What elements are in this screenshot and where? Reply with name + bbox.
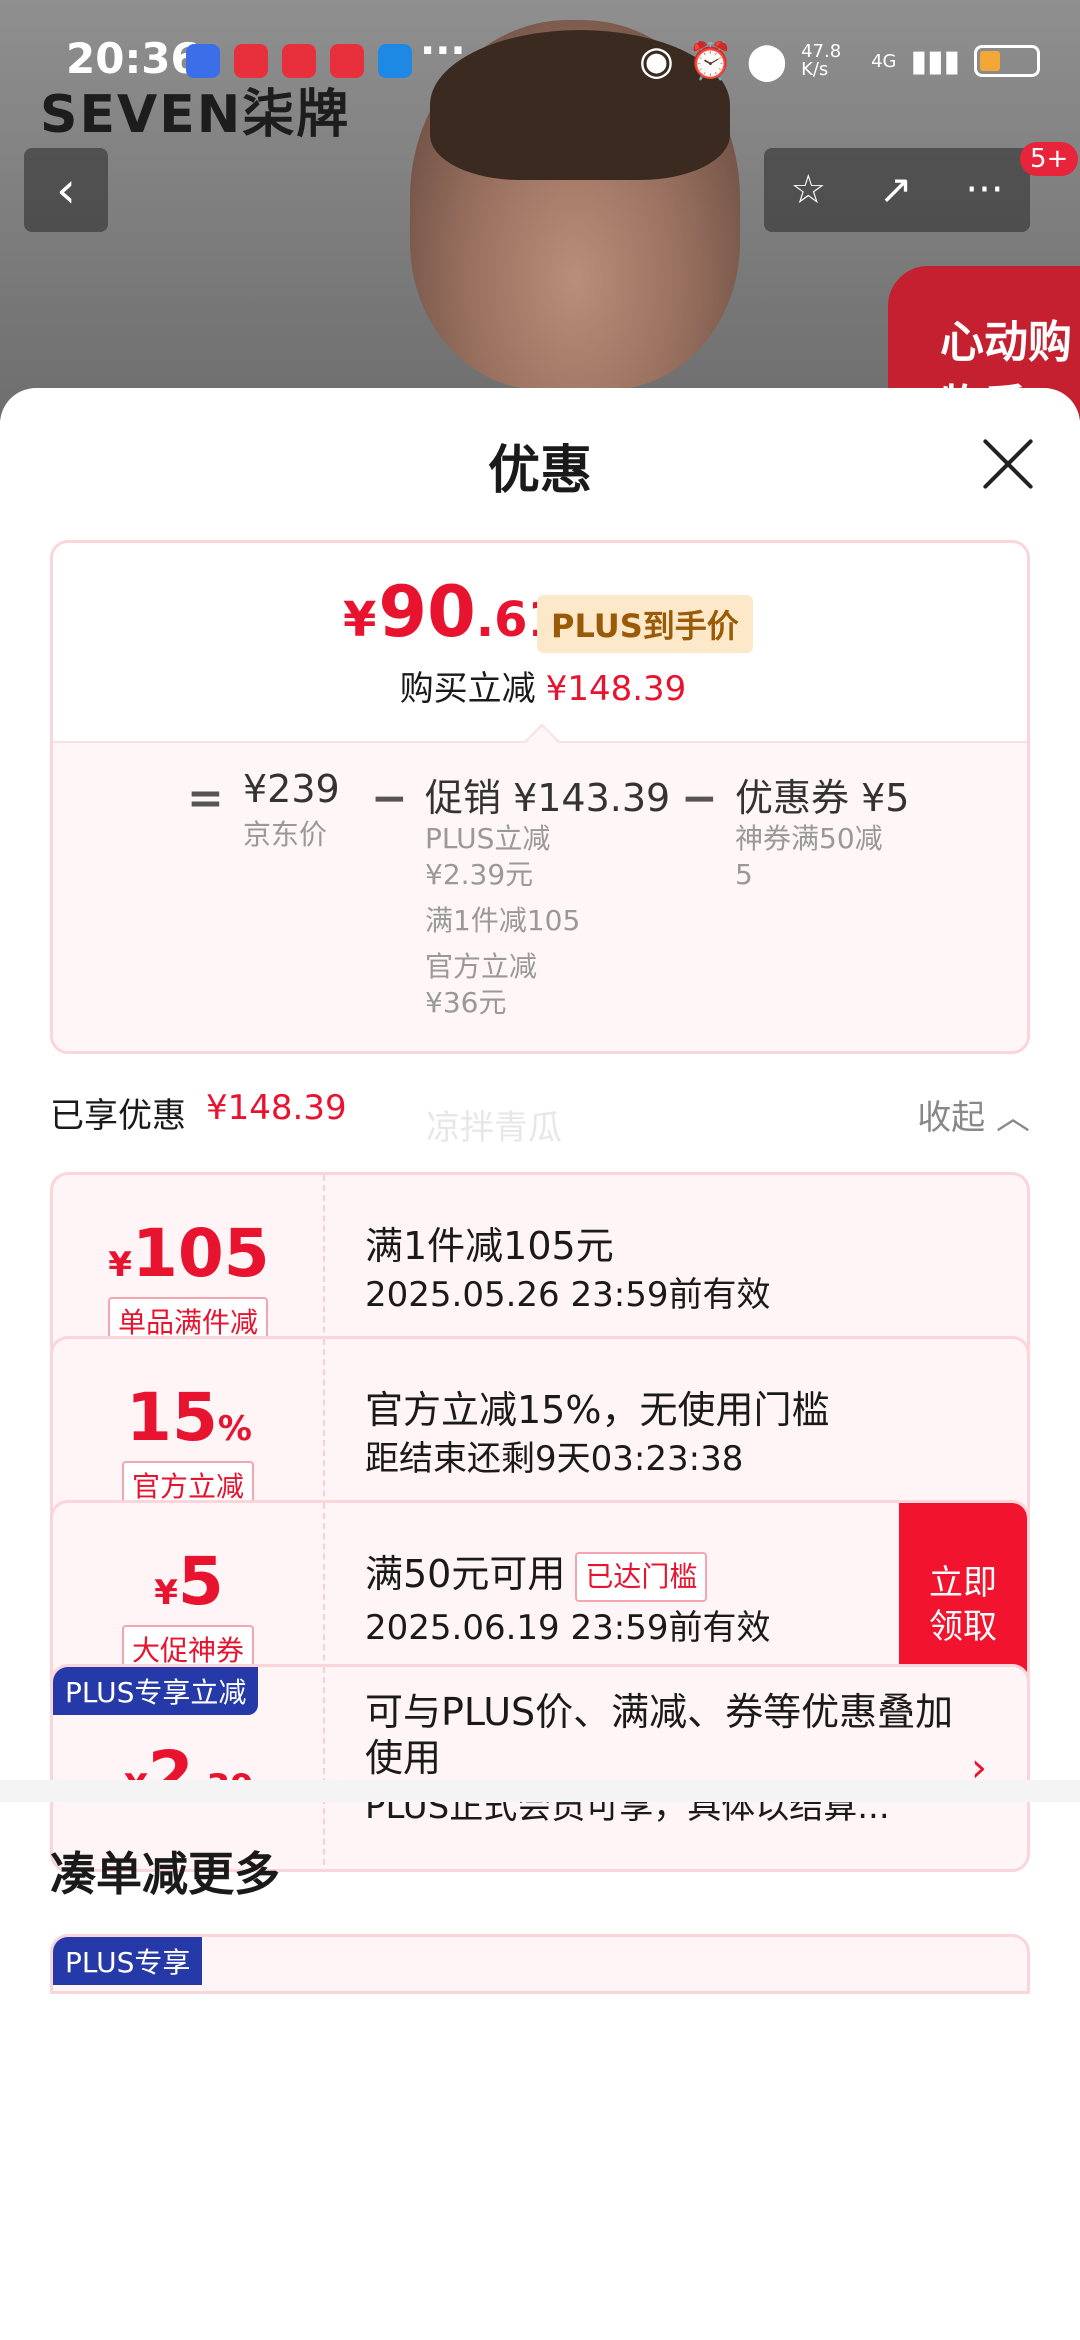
plus-exclusive-badge: PLUS专享立减 (53, 1667, 259, 1715)
promo-detail: 官方立减 (425, 950, 538, 983)
coupon-number: 5 (177, 1543, 224, 1620)
notification-icons (186, 44, 412, 78)
coupon-value: 15% (53, 1379, 325, 1456)
app-notification-icon (186, 44, 220, 78)
product-page-background: SEVEN柒牌 心动购物季 20:36 ··· ◉ ⏰ ⬤ 47.8 K/s 4… (0, 0, 1080, 420)
summary-top: ¥ 90 .61 PLUS到手价 购买立减 ¥148.39 (53, 543, 1027, 741)
star-icon[interactable]: ☆ (790, 167, 826, 213)
app-notification-icon (234, 44, 268, 78)
jd-price-label: 京东价 (243, 818, 328, 851)
more-coupon-card[interactable]: PLUS专享 (50, 1934, 1030, 1994)
coupon-value: ¥5 (53, 1543, 325, 1620)
coupon-currency: ¥ (108, 1245, 132, 1285)
reduce-label: 购买立减 (399, 669, 536, 709)
chevron-left-icon: ‹ (56, 161, 76, 219)
final-price-integer: 90 (378, 571, 476, 653)
coupon-value: ¥2.39 (53, 1737, 325, 1814)
enjoyed-label: 已享优惠 (50, 1096, 186, 1136)
plus-exclusive-badge: PLUS专享 (53, 1937, 203, 1985)
equals-sign: = (187, 773, 224, 824)
coupon-decimal: % (217, 1409, 252, 1449)
discount-sheet: 优惠 ¥ 90 .61 PLUS到手价 购买立减 ¥148.39 = ¥239 京… (0, 388, 1080, 2340)
coupon-validity: 2025.05.26 23:59前有效 (365, 1275, 771, 1315)
enjoyed-amount: ¥148.39 (206, 1088, 347, 1128)
coupon-validity: 2025.06.19 23:59前有效 (365, 1607, 771, 1648)
coupon-title: 满1件减105元 (365, 1224, 614, 1268)
minus-sign: − (371, 773, 408, 824)
coupon-title: 可与PLUS价、满减、券等优惠叠加使用 (365, 1690, 954, 1780)
sheet-title: 优惠 (487, 441, 592, 501)
promo-total: 促销 ¥143.39 (425, 776, 671, 820)
battery-icon (974, 45, 1040, 77)
status-bar: 20:36 ··· ◉ ⏰ ⬤ 47.8 K/s 4G ▮▮▮ (0, 0, 1080, 120)
coupon-number: 2 (147, 1737, 194, 1814)
message-badge: 5+ (1020, 142, 1079, 176)
coupon-detail: 神券满50减 (735, 822, 883, 855)
coupon-info: 可与PLUS价、满减、券等优惠叠加使用 PLUS正式会员可享，具体以结算... (365, 1689, 965, 1827)
promo-detail: ¥2.39元 (425, 858, 534, 891)
watermark-text: 凉拌青瓜 (426, 1108, 562, 1148)
promo-detail: 满1件减105 (425, 904, 581, 937)
price-summary-card: ¥ 90 .61 PLUS到手价 购买立减 ¥148.39 = ¥239 京东价 … (50, 540, 1030, 1054)
coupon-detail: 5 (735, 858, 753, 891)
eye-icon: ◉ (639, 38, 674, 84)
share-icon[interactable]: ↗ (879, 167, 913, 213)
price-breakdown: = ¥239 京东价 − 促销 ¥143.39 PLUS立减 ¥2.39元 满1… (53, 741, 1027, 1051)
coupon-title-row: 满50元可用 已达门槛 (365, 1551, 770, 1602)
app-notification-icon (330, 44, 364, 78)
reduce-amount: ¥148.39 (545, 669, 687, 709)
signal-icon: ▮▮▮ (910, 43, 960, 79)
jd-price: ¥239 (243, 767, 340, 811)
network-type: 4G (871, 50, 897, 72)
coupon-title: 满50元可用 (365, 1552, 566, 1596)
coupon-countdown: 距结束还剩9天03:23:38 (365, 1439, 744, 1479)
shield-icon (378, 44, 412, 78)
coupon-info: 官方立减15%，无使用门槛 距结束还剩9天03:23:38 (365, 1387, 829, 1479)
alarm-icon: ⏰ (687, 41, 733, 82)
close-icon[interactable] (980, 436, 1036, 492)
final-price: ¥ 90 .61 (343, 571, 561, 653)
collapse-label: 收起 (917, 1098, 986, 1138)
coupon-number: 105 (131, 1215, 270, 1292)
minus-sign: − (681, 773, 718, 824)
enjoyed-discount-row: 已享优惠 ¥148.39 凉拌青瓜 收起 ︿ (50, 1080, 1030, 1148)
promo-detail: ¥36元 (425, 986, 507, 1019)
collapse-button[interactable]: 收起 ︿ (917, 1090, 1030, 1139)
coupon-total: 优惠券 ¥5 (735, 776, 910, 820)
final-price-currency: ¥ (343, 592, 377, 648)
section-divider (0, 1780, 1080, 1802)
coupon-title: 官方立减15%，无使用门槛 (365, 1388, 830, 1432)
chevron-up-icon: ︿ (996, 1098, 1030, 1138)
coupon-currency: ¥ (154, 1573, 178, 1613)
location-icon: ⬤ (746, 40, 788, 82)
top-toolbar: ☆ ↗ ··· (764, 148, 1030, 232)
net-speed: 47.8 K/s (801, 41, 842, 80)
coupon-info: 满1件减105元 2025.05.26 23:59前有效 (365, 1223, 770, 1315)
threshold-reached-tag: 已达门槛 (575, 1551, 708, 1602)
coupon-number: 15 (126, 1379, 218, 1456)
coupon-value: ¥105 (53, 1215, 325, 1292)
more-notifications-icon: ··· (420, 28, 466, 74)
status-time: 20:36 (66, 34, 200, 83)
app-notification-icon (282, 44, 316, 78)
plus-price-tag: PLUS到手价 (537, 595, 753, 653)
back-button[interactable]: ‹ (24, 148, 108, 232)
claim-label: 立即 领取 (929, 1563, 997, 1647)
status-right: ◉ ⏰ ⬤ 47.8 K/s 4G ▮▮▮ (639, 38, 1040, 84)
promo-detail: PLUS立减 (425, 822, 551, 855)
more-icon[interactable]: ··· (965, 167, 1003, 213)
more-section-title: 凑单减更多 (50, 1847, 280, 1901)
coupon-info: 满50元可用 已达门槛 2025.06.19 23:59前有效 (365, 1551, 770, 1648)
reduce-line: 购买立减 ¥148.39 (53, 661, 1027, 710)
